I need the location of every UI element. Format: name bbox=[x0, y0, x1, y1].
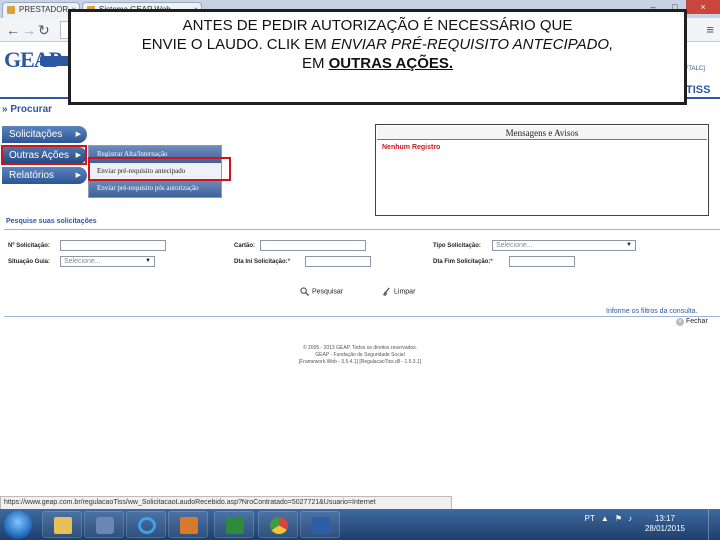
broom-icon bbox=[382, 287, 390, 296]
cartao-input[interactable] bbox=[260, 240, 366, 251]
reload-icon[interactable]: ↻ bbox=[38, 22, 50, 38]
language-indicator[interactable]: PT bbox=[585, 514, 595, 523]
taskbar-explorer[interactable] bbox=[42, 511, 82, 538]
chrome-icon bbox=[270, 517, 288, 534]
nro-solicitacao-input[interactable] bbox=[60, 240, 166, 251]
note-line-1: ANTES DE PEDIR AUTORIZAÇÃO É NECESSÁRIO … bbox=[182, 17, 573, 34]
note-emphasis: ENVIAR PRÉ-REQUISITO ANTECIPADO, bbox=[330, 36, 614, 53]
taskbar-app[interactable] bbox=[168, 511, 208, 538]
cartao-label: Cartão: bbox=[234, 243, 256, 249]
menu-label: Solicitações bbox=[9, 129, 63, 140]
taskbar-ie[interactable] bbox=[126, 511, 166, 538]
forward-arrow-icon[interactable]: → bbox=[22, 22, 36, 38]
limpar-button[interactable]: Limpar bbox=[382, 287, 415, 296]
dta-fim-label: Dta Fim Solicitação:* bbox=[433, 259, 493, 265]
dropdown-arrow-icon: ▼ bbox=[626, 242, 632, 248]
logo-subtitle-bar bbox=[40, 56, 70, 66]
page-icon bbox=[7, 6, 15, 14]
menu-item-relatorios[interactable]: Relatórios ▶ bbox=[2, 167, 87, 184]
fechar-label: Fechar bbox=[686, 318, 708, 325]
close-window-button[interactable]: × bbox=[686, 0, 720, 14]
taskbar-excel[interactable] bbox=[214, 511, 254, 538]
tray-arrow-icon[interactable]: ▲ bbox=[601, 514, 609, 523]
form-divider bbox=[4, 316, 720, 317]
media-icon bbox=[96, 517, 114, 534]
note-text: EM bbox=[301, 55, 329, 72]
version-line: [Framework.Web - 3.5.4.1] [RegulacaoTiss… bbox=[298, 359, 422, 365]
back-arrow-icon[interactable]: ← bbox=[6, 22, 20, 38]
pesquisar-label: Pesquisar bbox=[312, 288, 344, 296]
clock-time: 13:17 bbox=[654, 514, 676, 523]
note-line-3: EM OUTRAS AÇÕES. bbox=[71, 54, 684, 73]
close-circle-icon: × bbox=[676, 318, 684, 326]
menu-item-solicitacoes[interactable]: Solicitações ▶ bbox=[2, 126, 87, 143]
situacao-guia-label: Situação Guia: bbox=[8, 259, 51, 265]
tipo-solicitacao-label: Tipo Solicitação: bbox=[433, 243, 481, 249]
dta-ini-text: Dta Ini Solicitação: bbox=[234, 259, 288, 265]
show-desktop-button[interactable] bbox=[708, 509, 720, 540]
select-value: Selecione... bbox=[496, 242, 533, 249]
status-bar-url: https://www.geap.com.br/regulacaoTiss/ww… bbox=[0, 496, 452, 510]
app-icon bbox=[180, 517, 198, 534]
nro-solicitacao-label: Nº Solicitação: bbox=[8, 243, 50, 249]
arrow-right-icon: ▶ bbox=[75, 172, 81, 179]
pesquisar-button[interactable]: Pesquisar bbox=[300, 287, 343, 296]
fechar-button[interactable]: × Fechar bbox=[676, 318, 708, 326]
folder-icon bbox=[54, 517, 72, 534]
submenu-item-enviar-pos-autorizacao[interactable]: Enviar pré-requisito pós autorização bbox=[89, 180, 221, 197]
taskbar-word[interactable] bbox=[300, 511, 340, 538]
menu-label: Relatórios bbox=[9, 170, 55, 181]
clock[interactable]: 13:17 28/01/2015 bbox=[640, 514, 690, 534]
dropdown-arrow-icon: ▼ bbox=[145, 258, 151, 264]
highlight-outras-acoes bbox=[1, 145, 87, 165]
search-section-title: Pesquise suas solicitações bbox=[6, 218, 97, 225]
tab-label: PRESTADOR bbox=[19, 5, 69, 14]
instruction-note: ANTES DE PEDIR AUTORIZAÇÃO É NECESSÁRIO … bbox=[68, 9, 687, 105]
search-divider bbox=[4, 229, 720, 230]
required-mark: * bbox=[490, 259, 493, 265]
tipo-solicitacao-select[interactable]: Selecione... ▼ bbox=[492, 240, 636, 251]
copyright-footer: © 2005 - 2013 GEAP. Todos os direitos re… bbox=[250, 345, 470, 366]
volume-icon[interactable]: ♪ bbox=[628, 514, 632, 523]
word-icon bbox=[312, 517, 330, 534]
note-underlined: OUTRAS AÇÕES. bbox=[328, 55, 454, 72]
start-button[interactable] bbox=[4, 511, 32, 539]
breadcrumb: » Procurar bbox=[2, 104, 53, 115]
messages-panel: Mensagens e Avisos Nenhum Registro bbox=[375, 124, 709, 216]
dta-ini-label: Dta Ini Solicitação:* bbox=[234, 259, 290, 265]
foundation-line: GEAP - Fundação de Seguridade Social bbox=[315, 352, 405, 358]
filters-hint: Informe os filtros da consulta. bbox=[606, 308, 698, 315]
taskbar-chrome[interactable] bbox=[258, 511, 298, 538]
messages-empty-text: Nenhum Registro bbox=[382, 144, 441, 151]
limpar-label: Limpar bbox=[394, 288, 416, 296]
tiss-title: TISS bbox=[686, 84, 711, 96]
system-tray: PT ▲ ⚑ ♪ bbox=[585, 514, 632, 523]
magnifier-icon bbox=[300, 287, 309, 296]
windows-taskbar: PT ▲ ⚑ ♪ 13:17 28/01/2015 bbox=[0, 509, 720, 540]
highlight-enviar-antecipado bbox=[88, 157, 231, 181]
copyright-line: © 2005 - 2013 GEAP. Todos os direitos re… bbox=[302, 345, 418, 351]
excel-icon bbox=[226, 517, 244, 534]
browser-menu-icon[interactable]: ≡ bbox=[706, 22, 714, 37]
taskbar-media[interactable] bbox=[84, 511, 124, 538]
messages-title: Mensagens e Avisos bbox=[377, 126, 707, 140]
required-mark: * bbox=[287, 259, 291, 265]
situacao-guia-select[interactable]: Selecione... ▼ bbox=[60, 256, 155, 267]
select-value: Selecione... bbox=[64, 258, 101, 265]
clock-date: 28/01/2015 bbox=[644, 524, 686, 533]
dta-fim-text: Dta Fim Solicitação: bbox=[433, 259, 491, 265]
ie-icon bbox=[138, 517, 156, 534]
network-icon[interactable]: ⚑ bbox=[615, 514, 622, 523]
arrow-right-icon: ▶ bbox=[75, 131, 81, 138]
note-text: ENVIE O LAUDO. CLIK EM bbox=[141, 36, 331, 53]
dta-ini-input[interactable] bbox=[305, 256, 371, 267]
note-line-2: ENVIE O LAUDO. CLIK EM ENVIAR PRÉ-REQUIS… bbox=[71, 35, 684, 54]
dta-fim-input[interactable] bbox=[509, 256, 575, 267]
